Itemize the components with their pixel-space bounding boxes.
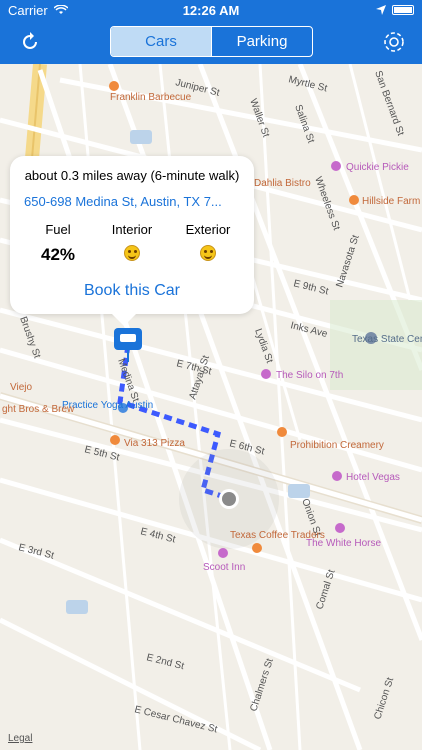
poi-label: Franklin Barbecue — [110, 92, 192, 103]
poi-label: Texas State Cemetery — [352, 334, 422, 345]
tab-parking[interactable]: Parking — [211, 27, 312, 56]
tab-cars[interactable]: Cars — [111, 27, 211, 56]
fuel-label: Fuel — [45, 222, 71, 237]
poi-label: Scoot Inn — [203, 562, 245, 573]
mode-segmented-control: Cars Parking — [110, 26, 313, 57]
fuel-column: Fuel 42% — [28, 222, 88, 265]
poi-label: Hotel Vegas — [346, 472, 400, 483]
refresh-button[interactable] — [16, 28, 44, 56]
poi-label: The White Horse — [306, 538, 381, 549]
poi-label: Quickie Pickie — [346, 162, 409, 173]
gear-icon — [384, 32, 404, 52]
location-arrow-icon — [376, 3, 386, 18]
car-info-popup: about 0.3 miles away (6-minute walk) 650… — [10, 156, 254, 326]
status-bar: Carrier 12:26 AM — [0, 0, 422, 20]
poi-label: Dahlia Bistro — [254, 178, 311, 189]
poi-label: Via 313 Pizza — [124, 438, 185, 449]
refresh-icon — [23, 32, 37, 49]
address-link[interactable]: 650-698 Medina St, Austin, TX 7... — [24, 194, 244, 209]
smiley-icon — [200, 245, 216, 261]
book-car-button[interactable]: Book this Car — [10, 282, 254, 300]
carrier-label: Carrier — [8, 2, 48, 18]
settings-button[interactable] — [380, 28, 408, 56]
poi-label: Hillside Farm — [362, 196, 420, 207]
poi-label: ght Bros & Brew — [2, 404, 75, 415]
interior-label: Interior — [111, 222, 153, 237]
map-legal-link[interactable]: Legal — [8, 733, 32, 744]
interior-column: Interior — [102, 222, 162, 266]
smiley-icon — [124, 245, 140, 261]
status-time: 12:26 AM — [182, 2, 240, 18]
fuel-value: 42% — [40, 245, 76, 264]
poi-label: Viejo — [10, 382, 32, 393]
poi-label: The Silo on 7th — [276, 370, 343, 381]
nav-bar: Cars Parking — [0, 20, 422, 64]
distance-text: about 0.3 miles away (6-minute walk) — [24, 168, 240, 183]
poi-label: Prohibition Creamery — [290, 440, 384, 451]
poi-label: Practice Yoga Austin — [62, 400, 153, 411]
exterior-column: Exterior — [176, 222, 240, 266]
battery-icon — [392, 5, 414, 15]
wifi-icon — [53, 3, 69, 18]
exterior-label: Exterior — [185, 222, 231, 237]
